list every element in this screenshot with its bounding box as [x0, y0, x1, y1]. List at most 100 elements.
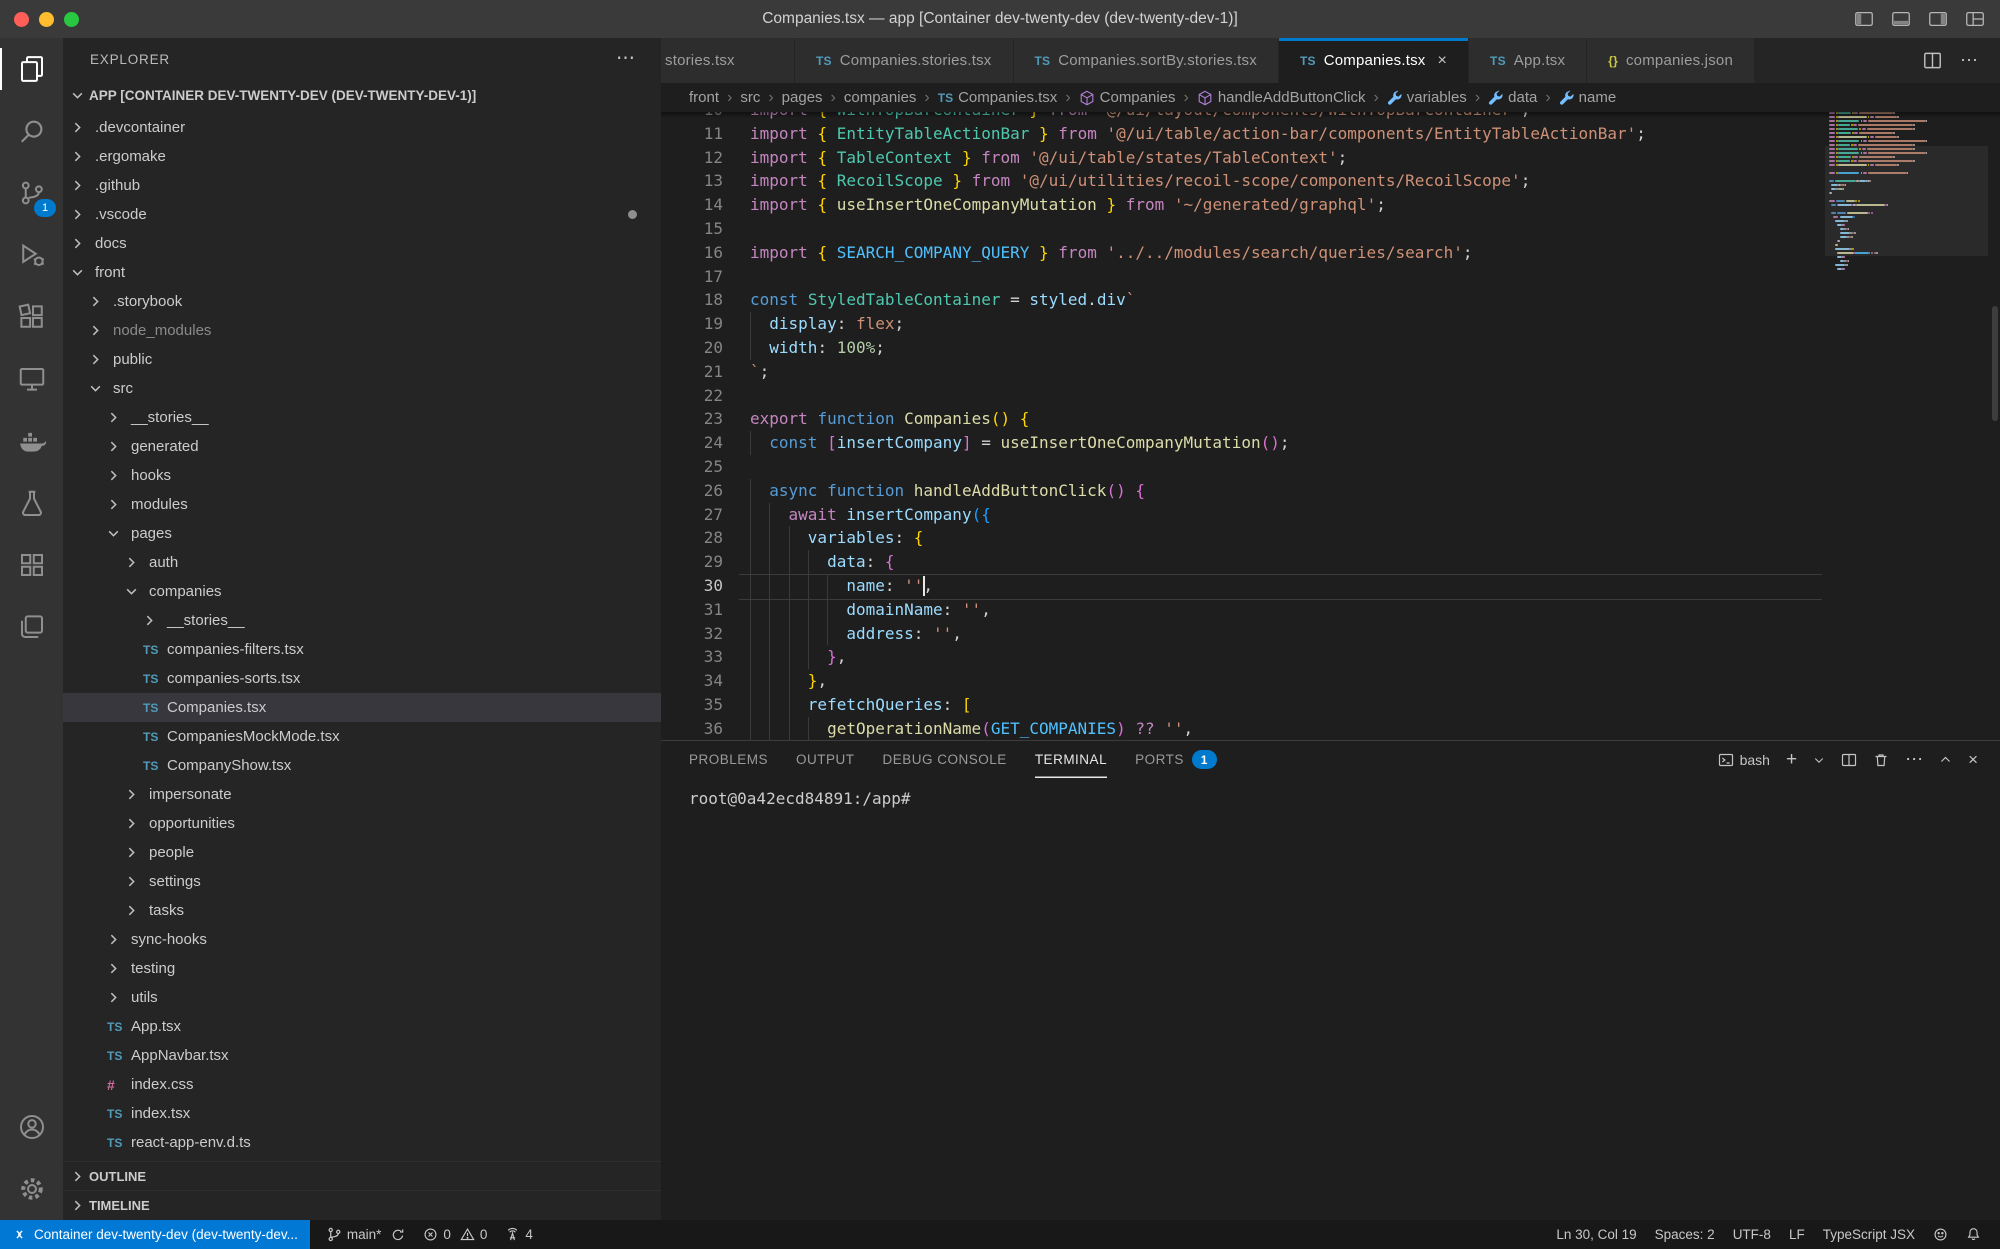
tree-item[interactable]: __stories__	[63, 606, 661, 635]
timeline-section-header[interactable]: TIMELINE	[63, 1190, 661, 1220]
tree-item[interactable]: TSCompanyShow.tsx	[63, 751, 661, 780]
breadcrumb-item[interactable]: TSCompanies.tsx	[938, 89, 1058, 106]
tab-close-icon[interactable]: ×	[1438, 52, 1448, 70]
tree-item[interactable]: tasks	[63, 896, 661, 925]
tree-item[interactable]: .storybook	[63, 287, 661, 316]
breadcrumb-item[interactable]: src	[740, 89, 760, 106]
tree-item[interactable]: TSApp.tsx	[63, 1012, 661, 1041]
breadcrumb-item[interactable]: variables	[1387, 89, 1467, 106]
tree-item[interactable]: docs	[63, 229, 661, 258]
terminal-dropdown-icon[interactable]	[1813, 754, 1825, 766]
git-branch-item[interactable]: main*	[318, 1220, 415, 1249]
tree-item[interactable]: TSAppNavbar.tsx	[63, 1041, 661, 1070]
breadcrumb-item[interactable]: Companies	[1079, 89, 1176, 106]
notifications-bell-icon[interactable]	[1957, 1220, 1990, 1249]
editor-tab[interactable]: TSCompanies.stories.tsx	[795, 38, 1014, 83]
toggle-panel-icon[interactable]	[1890, 8, 1912, 30]
tree-item[interactable]: TScompanies-filters.tsx	[63, 635, 661, 664]
editor-more-actions-icon[interactable]: ⋯	[1960, 50, 1978, 71]
editor-tab[interactable]: TSCompanies.tsx×	[1279, 38, 1469, 83]
breadcrumb-item[interactable]: front	[689, 89, 719, 106]
feedback-smiley-icon[interactable]	[1924, 1220, 1957, 1249]
editor-tab[interactable]: TSApp.tsx	[1469, 38, 1587, 83]
minimap[interactable]	[1825, 112, 1988, 740]
close-panel-icon[interactable]: ×	[1968, 750, 1978, 770]
tree-item[interactable]: sync-hooks	[63, 925, 661, 954]
split-terminal-icon[interactable]	[1841, 752, 1857, 768]
panel-more-actions-icon[interactable]: ⋯	[1905, 749, 1923, 770]
language-mode-item[interactable]: TypeScript JSX	[1814, 1220, 1924, 1249]
code-editor[interactable]: 1011121314151617181920212223242526272829…	[661, 112, 2000, 740]
tree-item[interactable]: auth	[63, 548, 661, 577]
tree-item[interactable]: src	[63, 374, 661, 403]
tree-item[interactable]: public	[63, 345, 661, 374]
outline-section-header[interactable]: OUTLINE	[63, 1161, 661, 1191]
tree-item[interactable]: .vscode	[63, 200, 661, 229]
editor-tab[interactable]: stories.tsx	[661, 38, 795, 83]
explorer-icon[interactable]	[0, 38, 63, 100]
panel-tab[interactable]: PORTS1	[1135, 741, 1217, 778]
tree-item[interactable]: node_modules	[63, 316, 661, 345]
panel-tab[interactable]: DEBUG CONSOLE	[883, 741, 1007, 778]
grid-extension-icon[interactable]	[0, 534, 63, 596]
editor-gutter[interactable]: 1011121314151617181920212223242526272829…	[661, 112, 723, 740]
tree-item[interactable]: utils	[63, 983, 661, 1012]
maximize-window-button[interactable]	[64, 12, 79, 27]
tree-item[interactable]: testing	[63, 954, 661, 983]
tree-item[interactable]: modules	[63, 490, 661, 519]
maximize-panel-icon[interactable]	[1939, 753, 1952, 766]
breadcrumb-item[interactable]: data	[1488, 89, 1537, 106]
editor-tab[interactable]: {}companies.json	[1587, 38, 1755, 83]
tree-item[interactable]: .devcontainer	[63, 113, 661, 142]
terminal-panel[interactable]: PROBLEMS OUTPUT DEBUG CONSOLE TERMINAL PORTS…	[661, 740, 2000, 1220]
shell-selector[interactable]: bash	[1718, 752, 1770, 768]
tree-item[interactable]: impersonate	[63, 780, 661, 809]
breadcrumb-item[interactable]: name	[1559, 89, 1617, 106]
layers-extension-icon[interactable]	[0, 596, 63, 658]
tree-item[interactable]: __stories__	[63, 403, 661, 432]
tree-item[interactable]: people	[63, 838, 661, 867]
search-icon[interactable]	[0, 100, 63, 162]
panel-tab[interactable]: PROBLEMS	[689, 741, 768, 778]
accounts-icon[interactable]	[0, 1096, 63, 1158]
explorer-more-actions-icon[interactable]: ⋯	[616, 47, 635, 70]
editor-scrollbar[interactable]	[1992, 306, 1998, 421]
source-control-icon[interactable]: 1	[0, 162, 63, 224]
run-debug-icon[interactable]	[0, 224, 63, 286]
problems-item[interactable]: 0 0	[414, 1220, 496, 1249]
tree-item[interactable]: hooks	[63, 461, 661, 490]
remote-explorer-icon[interactable]	[0, 348, 63, 410]
editor-tab[interactable]: TSCompanies.sortBy.stories.tsx	[1014, 38, 1279, 83]
encoding-item[interactable]: UTF-8	[1724, 1220, 1780, 1249]
kill-terminal-icon[interactable]	[1873, 752, 1889, 768]
minimize-window-button[interactable]	[39, 12, 54, 27]
remote-indicator[interactable]: Container dev-twenty-dev (dev-twenty-dev…	[0, 1220, 310, 1249]
tree-item[interactable]: TSindex.tsx	[63, 1099, 661, 1128]
new-terminal-icon[interactable]: +	[1786, 750, 1797, 769]
ports-item[interactable]: 4	[496, 1220, 542, 1249]
eol-item[interactable]: LF	[1780, 1220, 1814, 1249]
tree-item[interactable]: TSCompaniesMockMode.tsx	[63, 722, 661, 751]
workspace-section-header[interactable]: APP [CONTAINER DEV-TWENTY-DEV (DEV-TWENT…	[63, 80, 661, 110]
panel-tab[interactable]: TERMINAL	[1035, 741, 1107, 778]
tree-item[interactable]: #index.css	[63, 1070, 661, 1099]
breadcrumb-item[interactable]: pages	[782, 89, 823, 106]
tree-item[interactable]: TScompanies-sorts.tsx	[63, 664, 661, 693]
toggle-sidebar-left-icon[interactable]	[1853, 8, 1875, 30]
testing-flask-icon[interactable]	[0, 472, 63, 534]
breadcrumb-item[interactable]: companies	[844, 89, 917, 106]
extensions-icon[interactable]	[0, 286, 63, 348]
tree-item[interactable]: TSCompanies.tsx	[63, 693, 661, 722]
cursor-position-item[interactable]: Ln 30, Col 19	[1547, 1220, 1645, 1249]
tree-item[interactable]: TSreact-app-env.d.ts	[63, 1128, 661, 1157]
tree-item[interactable]: settings	[63, 867, 661, 896]
toggle-sidebar-right-icon[interactable]	[1927, 8, 1949, 30]
tree-item[interactable]: pages	[63, 519, 661, 548]
panel-tab[interactable]: OUTPUT	[796, 741, 855, 778]
customize-layout-icon[interactable]	[1964, 8, 1986, 30]
tree-item[interactable]: .ergomake	[63, 142, 661, 171]
tree-item[interactable]: .github	[63, 171, 661, 200]
split-editor-icon[interactable]	[1923, 51, 1942, 70]
tree-item[interactable]: opportunities	[63, 809, 661, 838]
docker-icon[interactable]	[0, 410, 63, 472]
